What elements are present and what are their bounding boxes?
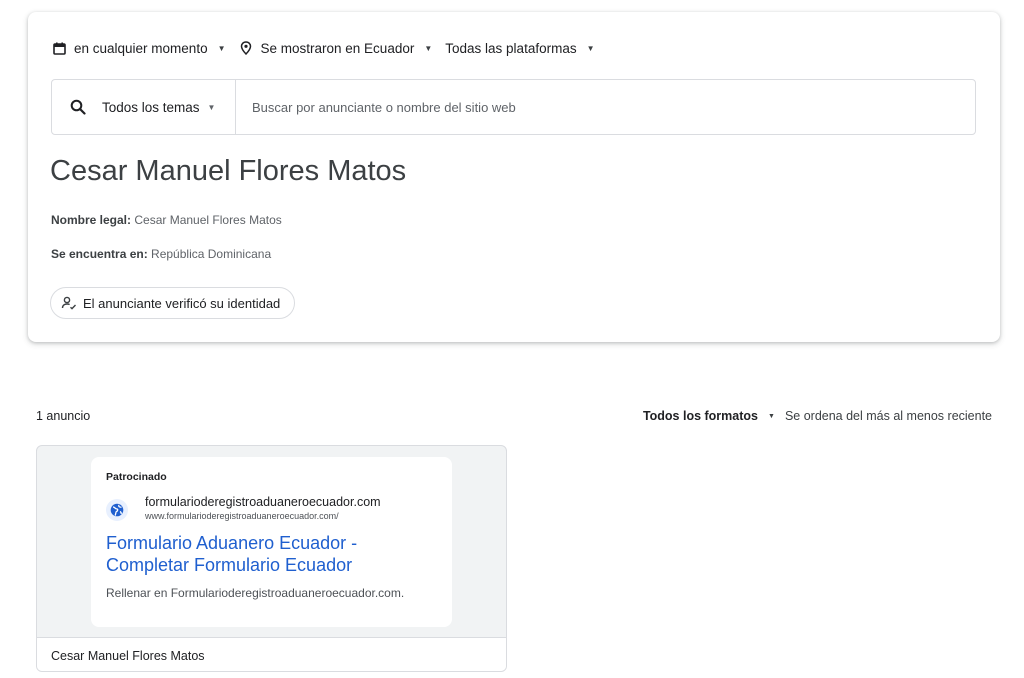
ad-advertiser-footer: Cesar Manuel Flores Matos bbox=[37, 637, 506, 671]
verified-badge[interactable]: El anunciante verificó su identidad bbox=[50, 287, 296, 319]
region-filter[interactable]: Se mostraron en Ecuador ▼ bbox=[239, 40, 433, 56]
person-check-icon bbox=[61, 295, 77, 311]
region-filter-label: Se mostraron en Ecuador bbox=[260, 40, 415, 56]
date-filter[interactable]: en cualquier momento ▼ bbox=[52, 41, 226, 56]
chevron-down-icon: ▼ bbox=[586, 43, 595, 53]
format-label: Todos los formatos bbox=[642, 409, 758, 423]
search-bar: Todos los temas ▼ bbox=[51, 79, 976, 135]
sort-order[interactable]: Se ordena del más al menos reciente bbox=[785, 409, 992, 423]
advertiser-name: Cesar Manuel Flores Matos bbox=[50, 155, 407, 187]
ad-headline-line2: Completar Formulario Ecuador bbox=[106, 555, 353, 575]
chevron-down-icon: ▼ bbox=[217, 43, 226, 53]
globe-icon bbox=[106, 499, 128, 521]
ad-site-name: formularioderegistroaduaneroecuador.com bbox=[145, 495, 381, 509]
ad-site-row: formularioderegistroaduaneroecuador.com … bbox=[106, 495, 438, 522]
ad-count: 1 anuncio bbox=[36, 409, 91, 423]
legal-name-value: Cesar Manuel Flores Matos bbox=[134, 213, 282, 227]
chevron-down-icon: ▼ bbox=[207, 102, 216, 112]
location-label: Se encuentra en: bbox=[51, 247, 148, 261]
search-panel: en cualquier momento ▼ Se mostraron en E… bbox=[28, 12, 1000, 342]
sort-controls: Todos los formatos ▼ Se ordena del más a… bbox=[643, 409, 992, 423]
platform-filter-label: Todas las plataformas bbox=[445, 40, 577, 56]
calendar-icon bbox=[52, 41, 66, 55]
location-value: República Dominicana bbox=[151, 247, 272, 261]
ad-description: Rellenar en Formularioderegistroaduanero… bbox=[106, 586, 405, 600]
legal-name-label: Nombre legal: bbox=[51, 213, 132, 227]
ad-site-url: www.formularioderegistroaduaneroecuador.… bbox=[145, 511, 339, 521]
platform-filter[interactable]: Todas las plataformas ▼ bbox=[445, 41, 594, 56]
topic-label: Todos los temas bbox=[102, 99, 200, 115]
location-pin-icon bbox=[239, 41, 253, 55]
filter-bar: en cualquier momento ▼ Se mostraron en E… bbox=[52, 39, 608, 57]
ad-card[interactable]: Patrocinado formularioderegistroaduanero… bbox=[36, 445, 507, 672]
chevron-down-icon: ▼ bbox=[768, 412, 775, 420]
sponsored-label: Patrocinado bbox=[106, 471, 167, 483]
legal-name-row: Nombre legal: Cesar Manuel Flores Matos bbox=[51, 213, 282, 227]
chevron-down-icon: ▼ bbox=[424, 43, 433, 53]
location-row: Se encuentra en: República Dominicana bbox=[51, 247, 271, 261]
ad-headline[interactable]: Formulario Aduanero Ecuador - Completar … bbox=[106, 532, 438, 576]
topic-dropdown[interactable]: Todos los temas ▼ bbox=[52, 80, 236, 134]
ad-preview[interactable]: Patrocinado formularioderegistroaduanero… bbox=[91, 457, 452, 627]
date-filter-label: en cualquier momento bbox=[74, 40, 208, 56]
verified-label: El anunciante verificó su identidad bbox=[83, 295, 281, 311]
format-dropdown[interactable]: Todos los formatos ▼ bbox=[643, 409, 785, 423]
ad-headline-line1: Formulario Aduanero Ecuador - bbox=[106, 533, 358, 553]
search-icon bbox=[70, 99, 86, 115]
search-input[interactable] bbox=[236, 80, 975, 134]
